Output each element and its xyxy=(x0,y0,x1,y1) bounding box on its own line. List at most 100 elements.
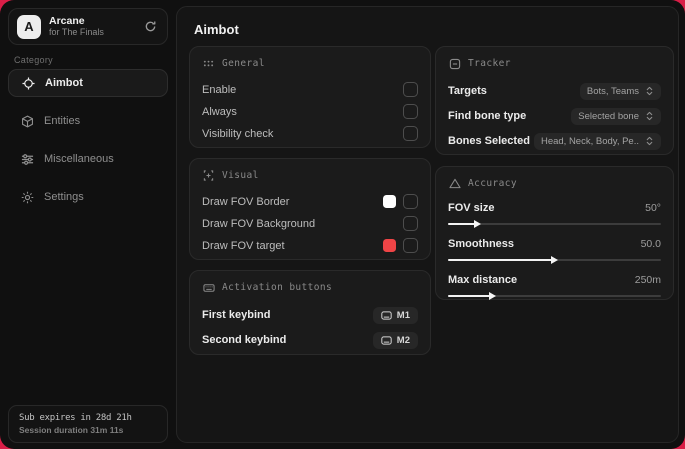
subscription-status: Sub expires in 28d 21h Session duration … xyxy=(8,405,168,443)
setting-row: Enable xyxy=(202,79,418,100)
setting-row: Draw FOV Border xyxy=(202,191,418,212)
crosshair-icon xyxy=(21,76,35,90)
first-keybind-button[interactable]: M1 xyxy=(372,306,418,324)
sidebar-item-label: Miscellaneous xyxy=(44,153,114,165)
setting-label: Smoothness xyxy=(448,237,515,250)
unfold-icon xyxy=(645,86,654,96)
sidebar-header: A Arcane for The Finals xyxy=(8,8,168,45)
smoothness-slider[interactable] xyxy=(448,255,661,265)
draw-fov-target-checkbox[interactable] xyxy=(403,238,418,253)
card-title: Tracker xyxy=(468,58,511,69)
fov-target-color-swatch[interactable] xyxy=(383,239,396,252)
slider-group: Smoothness 50.0 xyxy=(448,235,661,265)
draw-fov-border-checkbox[interactable] xyxy=(403,194,418,209)
setting-row: Find bone type Selected bone xyxy=(448,104,661,128)
sidebar-nav: Aimbot Entities Miscellaneous Settings xyxy=(8,69,168,212)
sub-expires-text: Sub expires in 28d 21h xyxy=(19,413,132,423)
tracker-card: Tracker Targets Bots, Teams Find bone ty… xyxy=(435,46,674,155)
setting-label: Bones Selected xyxy=(448,135,530,147)
setting-row: Second keybind M2 xyxy=(202,328,418,352)
setting-row: Always xyxy=(202,101,418,122)
triangle-icon xyxy=(448,177,461,190)
setting-label: FOV size xyxy=(448,201,495,214)
bones-selected-select[interactable]: Head, Neck, Body, Pe.. xyxy=(533,132,661,150)
app-name: Arcane xyxy=(49,15,85,28)
slider-thumb[interactable] xyxy=(473,219,481,228)
setting-row: Targets Bots, Teams xyxy=(448,79,661,103)
general-card: General Enable Always Visibility check xyxy=(189,46,431,148)
visual-card: Visual Draw FOV Border Draw FOV Backgrou… xyxy=(189,158,431,260)
keybind-value: M1 xyxy=(396,309,410,321)
setting-label: Draw FOV Background xyxy=(202,217,316,230)
keyboard-icon xyxy=(202,281,215,294)
slider-thumb[interactable] xyxy=(550,255,558,264)
session-duration-text: Session duration 31m 11s xyxy=(19,425,124,435)
sidebar-item-label: Entities xyxy=(44,115,81,127)
setting-label: First keybind xyxy=(202,309,271,321)
category-label: Category xyxy=(14,55,53,65)
visibility-check-checkbox[interactable] xyxy=(403,126,418,141)
page-title: Aimbot xyxy=(194,22,239,37)
minus-box-icon xyxy=(448,57,461,70)
card-title: Accuracy xyxy=(468,178,517,189)
setting-label: Draw FOV Border xyxy=(202,195,290,208)
grid-icon xyxy=(202,57,215,70)
screen-background: A Arcane for The Finals Category Aimbot … xyxy=(0,0,685,449)
setting-row: Visibility check xyxy=(202,123,418,144)
setting-row: First keybind M1 xyxy=(202,303,418,327)
sliders-icon xyxy=(20,152,34,166)
select-value: Bots, Teams xyxy=(586,85,639,97)
slider-value: 250m xyxy=(634,273,661,286)
key-icon xyxy=(381,335,392,345)
setting-label: Always xyxy=(202,105,237,118)
select-value: Selected bone xyxy=(578,110,639,122)
setting-label: Second keybind xyxy=(202,334,287,346)
fov-border-color-swatch[interactable] xyxy=(383,195,396,208)
slider-group: Max distance 250m xyxy=(448,271,661,301)
app-logo: A xyxy=(17,14,41,39)
find-bone-type-select[interactable]: Selected bone xyxy=(571,107,661,125)
card-title: General xyxy=(222,58,265,69)
setting-label: Draw FOV target xyxy=(202,239,285,252)
max-distance-slider[interactable] xyxy=(448,291,661,301)
setting-label: Enable xyxy=(202,83,237,96)
key-icon xyxy=(381,310,392,320)
setting-row: Bones Selected Head, Neck, Body, Pe.. xyxy=(448,129,661,153)
keybind-value: M2 xyxy=(396,334,410,346)
setting-row: Draw FOV target xyxy=(202,235,418,256)
card-title: Activation buttons xyxy=(222,282,333,293)
app-subtitle: for The Finals xyxy=(49,27,104,38)
gear-icon xyxy=(20,190,34,204)
always-checkbox[interactable] xyxy=(403,104,418,119)
second-keybind-button[interactable]: M2 xyxy=(372,331,418,349)
setting-label: Targets xyxy=(448,85,487,97)
activation-card: Activation buttons First keybind M1 Seco… xyxy=(189,270,431,355)
targets-select[interactable]: Bots, Teams xyxy=(579,82,661,100)
setting-label: Max distance xyxy=(448,273,518,286)
slider-thumb[interactable] xyxy=(488,291,496,300)
unfold-icon xyxy=(645,111,654,121)
sidebar-item-miscellaneous[interactable]: Miscellaneous xyxy=(8,145,168,173)
sidebar-item-label: Settings xyxy=(44,191,84,203)
draw-fov-background-checkbox[interactable] xyxy=(403,216,418,231)
select-value: Head, Neck, Body, Pe.. xyxy=(540,135,639,147)
sync-icon[interactable] xyxy=(141,18,159,36)
sidebar-item-settings[interactable]: Settings xyxy=(8,183,168,211)
enable-checkbox[interactable] xyxy=(403,82,418,97)
slider-group: FOV size 50° xyxy=(448,199,661,229)
setting-row: Draw FOV Background xyxy=(202,213,418,234)
cube-icon xyxy=(20,114,34,128)
fov-size-slider[interactable] xyxy=(448,219,661,229)
sidebar-item-aimbot[interactable]: Aimbot xyxy=(8,69,168,97)
sidebar-item-entities[interactable]: Entities xyxy=(8,107,168,135)
card-title: Visual xyxy=(222,170,259,181)
sidebar-item-label: Aimbot xyxy=(45,77,83,89)
setting-label: Find bone type xyxy=(448,110,527,122)
main-panel: Aimbot General Enable Always Visibility … xyxy=(176,6,679,443)
unfold-icon xyxy=(645,136,654,146)
slider-value: 50° xyxy=(645,201,661,214)
plus-box-icon xyxy=(202,169,215,182)
accuracy-card: Accuracy FOV size 50° Smoothness 50.0 Ma… xyxy=(435,166,674,300)
sidebar: A Arcane for The Finals Category Aimbot … xyxy=(0,0,176,449)
app-window: A Arcane for The Finals Category Aimbot … xyxy=(0,0,685,449)
